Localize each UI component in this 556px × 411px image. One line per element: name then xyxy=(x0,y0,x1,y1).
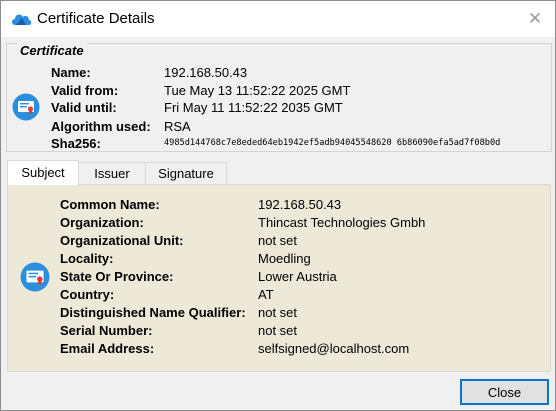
close-icon: ✕ xyxy=(527,9,543,28)
tab-signature-label: Signature xyxy=(158,166,214,181)
certificate-legend: Certificate xyxy=(17,43,87,58)
subject-row-dn-qualifier: Distinguished Name Qualifier: not set xyxy=(60,305,297,320)
subject-row-state: State Or Province: Lower Austria xyxy=(60,269,337,284)
subject-label: Country: xyxy=(60,287,115,302)
certificate-group: Certificate Name: 192.168.50.43 Valid fr… xyxy=(6,43,552,152)
subject-value: not set xyxy=(258,305,298,320)
cert-sha256-label: Sha256: xyxy=(51,136,101,151)
subject-label: Distinguished Name Qualifier: xyxy=(60,305,246,320)
subject-row-country: Country: AT xyxy=(60,287,274,302)
cert-valid-from-value: Tue May 13 11:52:22 2025 GMT xyxy=(164,83,351,98)
subject-panel: Common Name: 192.168.50.43 Organization: T… xyxy=(7,184,551,372)
subject-label: Organizational Unit: xyxy=(60,233,184,248)
subject-row-common-name: Common Name: 192.168.50.43 xyxy=(60,197,341,212)
certificate-icon xyxy=(12,93,40,121)
certificate-details-window: Certificate Details ✕ Certificate Name: … xyxy=(0,0,556,411)
subject-value: not set xyxy=(258,323,298,338)
subject-row-organizational-unit: Organizational Unit: not set xyxy=(60,233,297,248)
subject-row-serial-number: Serial Number: not set xyxy=(60,323,297,338)
certificate-icon xyxy=(20,262,50,292)
cert-name-label: Name: xyxy=(51,65,91,80)
subject-value: selfsigned@localhost.com xyxy=(258,341,410,356)
window-close-button[interactable]: ✕ xyxy=(523,7,547,31)
tab-issuer[interactable]: Issuer xyxy=(77,162,147,184)
cert-valid-until-value: Fri May 11 11:52:22 2035 GMT xyxy=(164,100,343,115)
subject-value: Moedling xyxy=(258,251,311,266)
tab-signature[interactable]: Signature xyxy=(145,162,227,184)
close-button[interactable]: Close xyxy=(460,379,549,405)
cert-name-value: 192.168.50.43 xyxy=(164,65,248,80)
tab-subject-label: Subject xyxy=(21,165,65,180)
cert-algorithm-label: Algorithm used: xyxy=(51,119,151,134)
subject-row-email: Email Address: selfsigned@localhost.com xyxy=(60,341,409,356)
subject-value: Lower Austria xyxy=(258,269,337,284)
cert-sha256-value: 4985d144768c7e8eded64eb1942ef5adb9404554… xyxy=(164,138,501,148)
subject-row-locality: Locality: Moedling xyxy=(60,251,311,266)
cert-valid-until-label: Valid until: xyxy=(51,100,117,115)
subject-label: Common Name: xyxy=(60,197,160,212)
subject-value: AT xyxy=(258,287,274,302)
window-title: Certificate Details xyxy=(37,10,155,27)
cert-algorithm-value: RSA xyxy=(164,119,191,134)
subject-label: Email Address: xyxy=(60,341,155,356)
subject-value: not set xyxy=(258,233,298,248)
subject-value: Thincast Technologies Gmbh xyxy=(258,215,426,230)
title-bar: Certificate Details ✕ xyxy=(1,1,555,37)
cloud-icon xyxy=(12,14,32,25)
subject-row-organization: Organization: Thincast Technologies Gmbh xyxy=(60,215,425,230)
subject-value: 192.168.50.43 xyxy=(258,197,342,212)
subject-label: Locality: xyxy=(60,251,114,266)
cert-valid-from-label: Valid from: xyxy=(51,83,119,98)
subject-label: Serial Number: xyxy=(60,323,153,338)
subject-label: State Or Province: xyxy=(60,269,174,284)
subject-label: Organization: xyxy=(60,215,144,230)
tab-issuer-label: Issuer xyxy=(94,166,130,181)
tab-subject[interactable]: Subject xyxy=(7,160,79,185)
